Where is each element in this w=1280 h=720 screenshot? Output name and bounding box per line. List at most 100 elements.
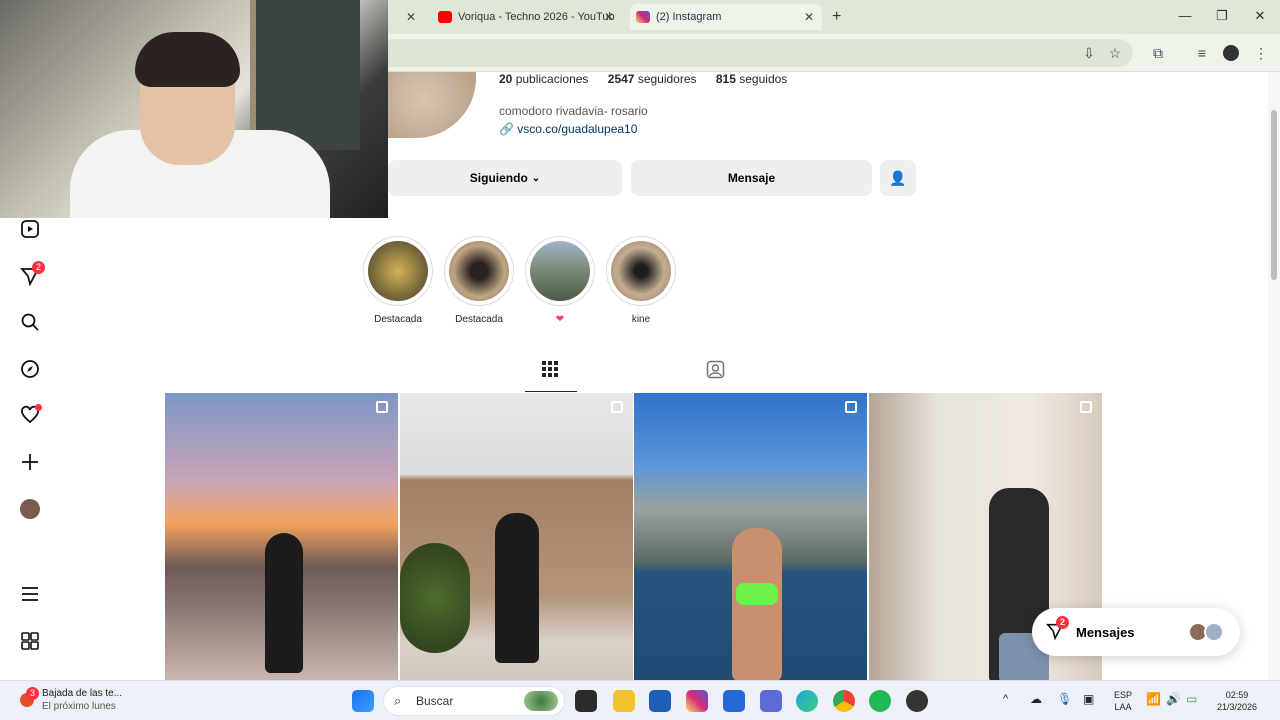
tagged-tab[interactable] xyxy=(706,360,725,384)
direct-messages-icon[interactable]: 2 xyxy=(18,261,45,288)
address-bar[interactable] xyxy=(388,39,1133,67)
direct-messages-icon: 2 xyxy=(1046,616,1069,642)
reels-icon[interactable] xyxy=(18,217,42,241)
posts-stat[interactable]: 20 publicaciones xyxy=(499,72,588,86)
close-tab-icon[interactable]: ✕ xyxy=(406,10,416,24)
post-thumbnail[interactable] xyxy=(165,393,398,683)
notification-widget-icon[interactable]: 3 xyxy=(20,687,39,709)
highlight-item[interactable]: Destacada xyxy=(363,236,433,325)
tab-partial[interactable]: ✕ xyxy=(388,4,424,30)
close-tab-icon[interactable]: ✕ xyxy=(804,10,814,24)
volume-icon[interactable]: 🔊 xyxy=(1166,692,1181,706)
battery-icon[interactable]: ▭ xyxy=(1186,692,1197,706)
messages-drawer-button[interactable]: 2 Mensajes xyxy=(1032,608,1240,656)
widget-badge: 3 xyxy=(26,687,39,700)
tab-instagram[interactable]: (2) Instagram ✕ xyxy=(630,4,822,30)
carousel-icon xyxy=(611,401,623,413)
profile-avatar[interactable] xyxy=(1223,45,1239,61)
carousel-icon xyxy=(376,401,388,413)
create-plus-icon[interactable] xyxy=(18,450,42,474)
bookmark-star-icon[interactable]: ☆ xyxy=(1106,44,1124,62)
chrome-icon[interactable] xyxy=(833,690,855,712)
notification-dot xyxy=(35,404,42,411)
profile-avatar-icon[interactable] xyxy=(18,497,42,521)
edge-icon[interactable] xyxy=(796,690,818,712)
highlight-item[interactable]: Destacada xyxy=(444,236,514,325)
active-tab-indicator xyxy=(525,391,577,392)
highlight-item[interactable]: kine xyxy=(606,236,676,325)
chevron-up-icon[interactable]: ^ xyxy=(1003,693,1008,705)
post-thumbnail[interactable] xyxy=(400,393,633,683)
highlight-item[interactable]: ❤ xyxy=(525,236,595,325)
more-menu-icon[interactable] xyxy=(18,582,42,606)
messages-badge: 2 xyxy=(1056,616,1069,629)
scrollbar-thumb[interactable] xyxy=(1271,110,1277,280)
posts-grid-tab[interactable] xyxy=(541,360,559,383)
widget-subtitle: El próximo lunes xyxy=(42,701,116,712)
display-icon[interactable]: ▣ xyxy=(1083,692,1094,706)
file-explorer-icon[interactable] xyxy=(613,690,635,712)
avatar xyxy=(1204,622,1224,642)
editor-app-icon[interactable] xyxy=(723,690,745,712)
chevron-down-icon: ⌄ xyxy=(531,172,541,184)
language-indicator[interactable]: ESP LAA xyxy=(1112,689,1134,713)
store-icon[interactable] xyxy=(649,690,671,712)
messages-badge: 2 xyxy=(32,261,45,274)
close-window-button[interactable]: ✕ xyxy=(1250,8,1270,24)
instagram-icon xyxy=(636,11,650,23)
also-from-meta-icon[interactable] xyxy=(18,629,42,653)
close-tab-icon[interactable]: ✕ xyxy=(604,10,614,24)
cloud-icon[interactable]: ☁ xyxy=(1030,692,1042,706)
page-scrollbar[interactable] xyxy=(1268,72,1280,680)
maximize-button[interactable]: ❐ xyxy=(1212,8,1232,24)
webcam-overlay xyxy=(0,0,388,218)
new-tab-button[interactable]: + xyxy=(832,4,852,30)
following-stat[interactable]: 815 seguidos xyxy=(716,72,787,86)
profile-picture[interactable] xyxy=(388,72,476,138)
profile-link[interactable]: 🔗 vsco.co/guadalupea10 xyxy=(499,122,637,136)
search-highlight-image xyxy=(524,691,558,711)
highlight-label: Destacada xyxy=(374,314,422,325)
obs-icon[interactable] xyxy=(906,690,928,712)
followers-stat[interactable]: 2547 seguidores xyxy=(608,72,697,86)
youtube-icon xyxy=(438,11,452,23)
carousel-icon xyxy=(1080,401,1092,413)
windows-taskbar: 3 Bajada de las te... El próximo lunes ⌕… xyxy=(0,680,1280,720)
message-button[interactable]: Mensaje xyxy=(631,160,872,196)
tab-label: Voriqua - Techno 2026 - YouTub xyxy=(458,11,615,23)
search-icon[interactable] xyxy=(18,310,42,334)
clock[interactable]: 02:59 21/3/2026 xyxy=(1212,689,1262,713)
post-figure xyxy=(732,528,782,683)
notifications-heart-icon[interactable] xyxy=(18,403,42,427)
add-user-icon: 👤 xyxy=(889,169,907,186)
microphone-icon[interactable]: 🎙 xyxy=(1057,692,1072,706)
extensions-icon[interactable]: ⧉ xyxy=(1149,44,1167,62)
menu-dots-icon[interactable]: ⋮ xyxy=(1252,44,1270,62)
webcam-window xyxy=(250,0,360,150)
post-figure xyxy=(495,513,539,663)
post-thumbnail[interactable] xyxy=(634,393,867,683)
media-control-icon[interactable]: ≡ xyxy=(1193,44,1211,62)
minimize-button[interactable]: — xyxy=(1175,8,1195,23)
widget-title[interactable]: Bajada de las te... xyxy=(42,688,122,699)
highlight-label: ❤ xyxy=(555,314,565,325)
following-button[interactable]: Siguiendo ⌄ xyxy=(388,160,622,196)
highlight-label: kine xyxy=(631,314,651,325)
tagged-user-icon xyxy=(706,360,725,379)
install-app-icon[interactable]: ⇩ xyxy=(1080,44,1098,62)
post-figure xyxy=(265,533,303,673)
instagram-app-icon[interactable] xyxy=(686,690,708,712)
outlook-icon[interactable] xyxy=(760,690,782,712)
explore-icon[interactable] xyxy=(18,357,42,381)
taskbar-search[interactable]: ⌕ Buscar xyxy=(383,686,565,716)
wifi-icon[interactable]: 📶 xyxy=(1146,692,1161,706)
link-icon: 🔗 xyxy=(499,122,514,136)
task-view-icon[interactable] xyxy=(575,690,597,712)
profile-stats: 20 publicaciones 2547 seguidores 815 seg… xyxy=(499,72,787,86)
highlight-cover xyxy=(611,241,671,301)
spotify-icon[interactable] xyxy=(869,690,891,712)
post-swimsuit xyxy=(736,583,778,605)
windows-start-icon[interactable] xyxy=(352,690,374,712)
add-user-button[interactable]: 👤 xyxy=(880,160,916,196)
tab-youtube[interactable]: Voriqua - Techno 2026 - YouTub ✕ xyxy=(432,4,622,30)
